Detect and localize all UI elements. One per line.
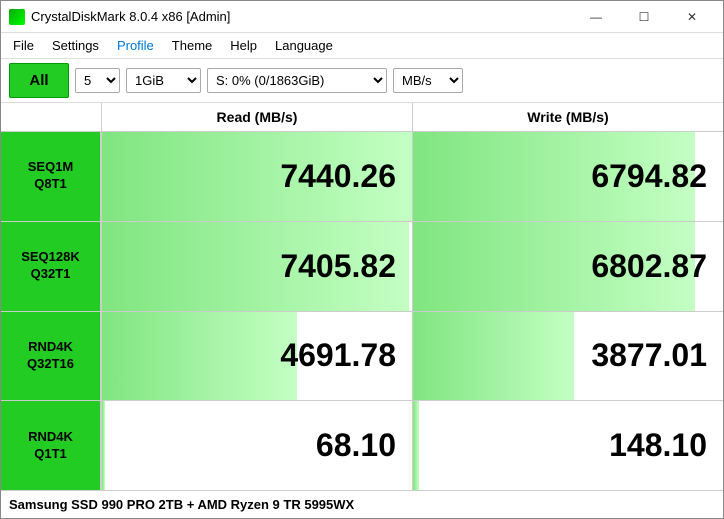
minimize-button[interactable]: — bbox=[573, 5, 619, 29]
close-button[interactable]: ✕ bbox=[669, 5, 715, 29]
menu-item-settings[interactable]: Settings bbox=[44, 35, 107, 56]
main-window: CrystalDiskMark 8.0.4 x86 [Admin] — ☐ ✕ … bbox=[0, 0, 724, 519]
table-row: RND4KQ1T1 68.10 148.10 bbox=[1, 401, 723, 490]
write-value-seq1m-q8t1: 6794.82 bbox=[591, 158, 707, 195]
read-header: Read (MB/s) bbox=[101, 103, 412, 131]
app-icon bbox=[9, 9, 25, 25]
read-value-rnd4k-q1t1: 68.10 bbox=[316, 427, 396, 464]
write-value-seq128k-q32t1: 6802.87 bbox=[591, 248, 707, 285]
read-bar-rnd4k-q32t16 bbox=[102, 312, 297, 401]
read-cell-rnd4k-q1t1: 68.10 bbox=[101, 401, 412, 490]
write-header: Write (MB/s) bbox=[412, 103, 723, 131]
write-cell-seq1m-q8t1: 6794.82 bbox=[412, 132, 723, 221]
write-cell-seq128k-q32t1: 6802.87 bbox=[412, 222, 723, 311]
all-button[interactable]: All bbox=[9, 63, 69, 98]
row-label-seq128k-q32t1: SEQ128KQ32T1 bbox=[1, 222, 101, 311]
read-value-seq1m-q8t1: 7440.26 bbox=[280, 158, 396, 195]
menu-bar: FileSettingsProfileThemeHelpLanguage bbox=[1, 33, 723, 59]
read-cell-seq1m-q8t1: 7440.26 bbox=[101, 132, 412, 221]
table-row: RND4KQ32T16 4691.78 3877.01 bbox=[1, 312, 723, 402]
menu-item-file[interactable]: File bbox=[5, 35, 42, 56]
row-label-rnd4k-q32t16: RND4KQ32T16 bbox=[1, 312, 101, 401]
status-bar: Samsung SSD 990 PRO 2TB + AMD Ryzen 9 TR… bbox=[1, 490, 723, 518]
content-area: Read (MB/s) Write (MB/s) SEQ1MQ8T1 7440.2… bbox=[1, 103, 723, 490]
window-title: CrystalDiskMark 8.0.4 x86 [Admin] bbox=[31, 9, 230, 24]
drive-select[interactable]: S: 0% (0/1863GiB) bbox=[207, 68, 387, 93]
menu-item-profile[interactable]: Profile bbox=[109, 35, 162, 56]
window-controls: — ☐ ✕ bbox=[573, 5, 715, 29]
read-bar-rnd4k-q1t1 bbox=[102, 401, 105, 490]
read-value-rnd4k-q32t16: 4691.78 bbox=[280, 337, 396, 374]
size-select[interactable]: 1GiB 512MiB 2GiB 4GiB bbox=[126, 68, 201, 93]
menu-item-theme[interactable]: Theme bbox=[164, 35, 220, 56]
read-value-seq128k-q32t1: 7405.82 bbox=[280, 248, 396, 285]
unit-select[interactable]: MB/s GB/s IOPS μs bbox=[393, 68, 463, 93]
write-cell-rnd4k-q1t1: 148.10 bbox=[412, 401, 723, 490]
maximize-button[interactable]: ☐ bbox=[621, 5, 667, 29]
read-cell-seq128k-q32t1: 7405.82 bbox=[101, 222, 412, 311]
write-value-rnd4k-q32t16: 3877.01 bbox=[591, 337, 707, 374]
runs-select[interactable]: 5 1 3 10 bbox=[75, 68, 120, 93]
menu-item-help[interactable]: Help bbox=[222, 35, 265, 56]
toolbar: All 5 1 3 10 1GiB 512MiB 2GiB 4GiB S: 0%… bbox=[1, 59, 723, 103]
title-bar: CrystalDiskMark 8.0.4 x86 [Admin] — ☐ ✕ bbox=[1, 1, 723, 33]
table-body: SEQ1MQ8T1 7440.26 6794.82 SEQ128KQ32T1 7405.… bbox=[1, 132, 723, 490]
table-row: SEQ128KQ32T1 7405.82 6802.87 bbox=[1, 222, 723, 312]
write-bar-rnd4k-q32t16 bbox=[413, 312, 574, 401]
write-bar-rnd4k-q1t1 bbox=[413, 401, 419, 490]
menu-item-language[interactable]: Language bbox=[267, 35, 341, 56]
table-row: SEQ1MQ8T1 7440.26 6794.82 bbox=[1, 132, 723, 222]
title-bar-left: CrystalDiskMark 8.0.4 x86 [Admin] bbox=[9, 9, 230, 25]
row-label-seq1m-q8t1: SEQ1MQ8T1 bbox=[1, 132, 101, 221]
write-cell-rnd4k-q32t16: 3877.01 bbox=[412, 312, 723, 401]
row-label-rnd4k-q1t1: RND4KQ1T1 bbox=[1, 401, 101, 490]
write-value-rnd4k-q1t1: 148.10 bbox=[609, 427, 707, 464]
table-header: Read (MB/s) Write (MB/s) bbox=[1, 103, 723, 132]
label-col-header bbox=[1, 103, 101, 131]
read-cell-rnd4k-q32t16: 4691.78 bbox=[101, 312, 412, 401]
status-text: Samsung SSD 990 PRO 2TB + AMD Ryzen 9 TR… bbox=[9, 497, 354, 512]
